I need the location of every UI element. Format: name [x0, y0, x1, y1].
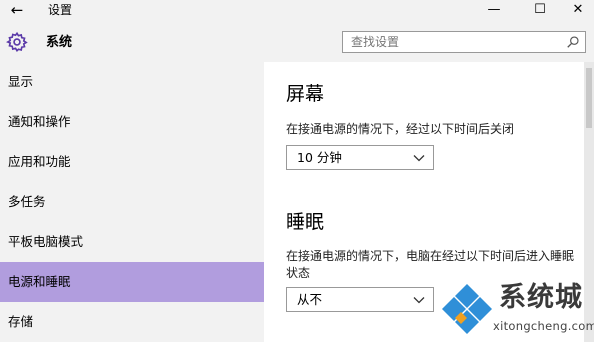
diamond-logo-icon [441, 282, 493, 336]
sidebar-item-storage[interactable]: 存储 [0, 302, 264, 342]
sleep-timeout-dropdown[interactable]: 从不 [286, 287, 434, 312]
title-bar: ← 设置 — ☐ ✕ [0, 0, 594, 20]
screen-description: 在接通电源的情况下，经过以下时间后关闭 [286, 122, 515, 136]
watermark-url: xitongcheng.com [493, 319, 594, 333]
search-input[interactable] [351, 32, 561, 52]
back-button[interactable]: ← [6, 1, 28, 19]
sidebar-item-tablet-mode[interactable]: 平板电脑模式 [0, 222, 264, 262]
scrollbar-thumb[interactable] [586, 68, 592, 128]
sidebar-item-multitasking[interactable]: 多任务 [0, 182, 264, 222]
watermark-brand: 系统城 [499, 282, 583, 313]
close-button[interactable]: ✕ [558, 0, 594, 20]
sidebar-item-label: 电源和睡眠 [8, 274, 71, 289]
search-box[interactable] [342, 31, 586, 53]
gear-icon [6, 31, 28, 53]
dropdown-value: 从不 [297, 292, 323, 307]
sidebar-item-label: 存储 [8, 314, 34, 329]
chevron-down-icon [413, 155, 425, 162]
maximize-button[interactable]: ☐ [520, 0, 560, 20]
dropdown-value: 10 分钟 [297, 150, 342, 165]
window-title: 设置 [48, 3, 73, 17]
settings-header: 系统 [0, 22, 594, 62]
section-title: 系统 [46, 35, 73, 50]
sidebar-item-label: 显示 [8, 74, 34, 89]
sleep-heading: 睡眠 [286, 211, 325, 233]
sidebar-item-label: 通知和操作 [8, 114, 71, 129]
sidebar-item-apps[interactable]: 应用和功能 [0, 142, 264, 182]
screen-heading: 屏幕 [286, 83, 325, 105]
screen-timeout-dropdown[interactable]: 10 分钟 [286, 145, 434, 170]
search-icon[interactable] [566, 35, 580, 49]
watermark-logo: 系统城 xitongcheng.com [437, 276, 594, 342]
chevron-down-icon [413, 297, 425, 304]
sidebar-item-label: 应用和功能 [8, 154, 71, 169]
sidebar: 显示 通知和操作 应用和功能 多任务 平板电脑模式 电源和睡眠 存储 [0, 62, 264, 342]
minimize-button[interactable]: — [474, 0, 514, 20]
sidebar-item-notifications[interactable]: 通知和操作 [0, 102, 264, 142]
sidebar-item-label: 平板电脑模式 [8, 234, 84, 249]
sidebar-item-power-sleep[interactable]: 电源和睡眠 [0, 262, 264, 302]
sidebar-item-label: 多任务 [8, 194, 46, 209]
sidebar-item-display[interactable]: 显示 [0, 62, 264, 102]
